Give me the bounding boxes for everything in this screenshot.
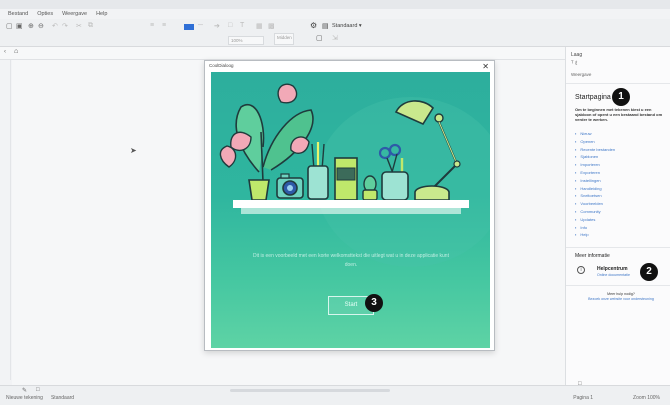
size-field-value: Midden <box>277 35 292 40</box>
status-bar: ✎ □ Nieuwe tekening Standaard Pagina 1 Z… <box>0 385 670 405</box>
application-window: Bestand Opties Weergave Help ▢ ▣ ⊕ ⊖ ↶ ↷… <box>0 0 670 405</box>
fill-color-swatch[interactable] <box>184 24 194 30</box>
start-links: Nieuw Openen Recente bestanden Sjablonen… <box>575 131 615 240</box>
link-item[interactable]: Sneltoetsen <box>575 193 615 201</box>
panel-subtitle: Weergave <box>571 72 592 77</box>
status-style: Standaard <box>50 395 75 401</box>
status-zoom[interactable]: Zoom 100% <box>633 395 660 401</box>
link-item[interactable]: Info <box>575 225 615 233</box>
pencil-icon[interactable]: ✎ <box>22 387 27 394</box>
zoom-in-icon[interactable]: ⊕ <box>28 22 34 30</box>
help-center-link[interactable]: Helpcentrum <box>597 266 628 272</box>
status-right: Pagina 1 Zoom 100% <box>573 395 660 401</box>
page-layout-icon[interactable]: □ <box>36 387 40 393</box>
text-format-icon[interactable]: ᵀ <box>571 61 574 67</box>
menu-file[interactable]: Bestand <box>8 11 28 17</box>
dialog-message: Dit is een voorbeeld met een korte welko… <box>253 253 449 268</box>
link-item[interactable]: Community <box>575 209 615 217</box>
dialog-illustration-area: Dit is een voorbeeld met een korte welko… <box>211 72 490 348</box>
size-field[interactable]: Midden <box>274 33 294 45</box>
align-center-icon[interactable]: ≡ <box>162 22 166 29</box>
redo-icon[interactable]: ↷ <box>62 22 68 30</box>
vertical-ruler <box>7 60 11 380</box>
more-info-heading: Meer informatie <box>575 253 610 259</box>
chevron-left-icon[interactable]: ‹ <box>4 49 6 55</box>
link-item[interactable]: Updates <box>575 217 615 225</box>
panel-title: Laag <box>571 52 583 58</box>
more-help-link[interactable]: Bezoek onze website voor ondersteuning <box>578 297 664 302</box>
info-icon: i <box>577 266 585 274</box>
divider <box>566 247 670 248</box>
tab-strip: ‹ ⌂ <box>0 47 565 60</box>
status-document: Nieuwe tekening <box>6 395 43 401</box>
callout-badge: 1 <box>612 88 630 106</box>
menu-help[interactable]: Help <box>96 11 107 17</box>
shelf-shadow <box>241 208 461 214</box>
help-center-sub[interactable]: Online documentatie <box>597 273 630 277</box>
link-item[interactable]: Handleiding <box>575 186 615 194</box>
menu-view[interactable]: Weergave <box>62 11 87 17</box>
cactus-illustration <box>362 175 378 201</box>
zoom-field[interactable]: 100% <box>228 36 264 45</box>
ungroup-icon[interactable]: ▩ <box>268 22 275 30</box>
text-icon[interactable]: T <box>240 22 244 29</box>
menu-bar: Bestand Opties Weergave Help <box>0 9 670 19</box>
fullscreen-icon[interactable]: ⇲ <box>332 34 338 42</box>
cut-icon[interactable]: ✂ <box>76 22 82 30</box>
dialog-title: CoolDialoog <box>209 63 234 68</box>
zoom-field-value: 100% <box>231 38 243 43</box>
link-item[interactable]: Importeren <box>575 162 615 170</box>
status-page[interactable]: Pagina 1 <box>573 395 593 401</box>
shape-icon[interactable]: □ <box>228 22 232 29</box>
camera-illustration <box>276 173 304 199</box>
horizontal-scrollbar[interactable] <box>230 389 390 392</box>
welcome-dialog: CoolDialoog ✕ Dit is een voorbeeld met e… <box>204 60 495 351</box>
font-dropdown-value: Standaard <box>332 23 358 29</box>
divider <box>566 285 670 286</box>
edit-icon[interactable]: ℓ <box>575 61 577 67</box>
fit-page-icon[interactable]: ▢ <box>316 34 323 42</box>
new-document-icon[interactable]: ▢ <box>6 22 13 30</box>
panel-tool-icons: ᵀ ℓ <box>571 61 577 67</box>
title-bar <box>0 0 670 9</box>
line-color-icon[interactable]: ─ <box>198 22 203 29</box>
font-dropdown[interactable]: Standaard ▾ <box>332 23 362 29</box>
page-icon[interactable]: ▤ <box>322 22 329 30</box>
align-left-icon[interactable]: ≡ <box>150 22 154 29</box>
group-icon[interactable]: ▦ <box>256 22 263 30</box>
zoom-out-icon[interactable]: ⊖ <box>38 22 44 30</box>
chevron-down-icon: ▾ <box>358 23 362 29</box>
home-icon[interactable]: ⌂ <box>14 48 18 55</box>
undo-icon[interactable]: ↶ <box>52 22 58 30</box>
mouse-cursor-icon: ➤ <box>130 146 137 155</box>
close-icon[interactable]: ✕ <box>482 63 489 71</box>
start-description: Om te beginnen met tekenen kiest u een s… <box>575 107 663 122</box>
menu-options[interactable]: Opties <box>37 11 53 17</box>
settings-icon[interactable]: ⚙ <box>310 21 317 30</box>
link-item[interactable]: Instellingen <box>575 178 615 186</box>
open-icon[interactable]: ▣ <box>16 22 23 30</box>
link-item[interactable]: Voorbeelden <box>575 201 615 209</box>
link-item[interactable]: Openen <box>575 139 615 147</box>
toolbar: ▢ ▣ ⊕ ⊖ ↶ ↷ ✂ ⧉ ≡ ≡ ─ ➔ □ T ▦ ▩ ⚙ ▤ Stan… <box>0 19 670 47</box>
link-item[interactable]: Recente bestanden <box>575 147 615 155</box>
copy-icon[interactable]: ⧉ <box>88 22 93 30</box>
shelf-board <box>233 200 469 208</box>
link-item[interactable]: Sjablonen <box>575 154 615 162</box>
start-heading: Startpagina <box>575 94 611 101</box>
link-item[interactable]: Help <box>575 232 615 240</box>
more-help-box: Meer hulp nodig? Bezoek onze website voo… <box>578 292 664 312</box>
link-item[interactable]: Exporteren <box>575 170 615 178</box>
books-illustration <box>334 157 358 201</box>
status-left: Nieuwe tekening Standaard <box>6 395 74 401</box>
callout-badge: 3 <box>365 294 383 312</box>
arrow-icon[interactable]: ➔ <box>214 22 220 30</box>
callout-badge: 2 <box>640 263 658 281</box>
link-item[interactable]: Nieuw <box>575 131 615 139</box>
